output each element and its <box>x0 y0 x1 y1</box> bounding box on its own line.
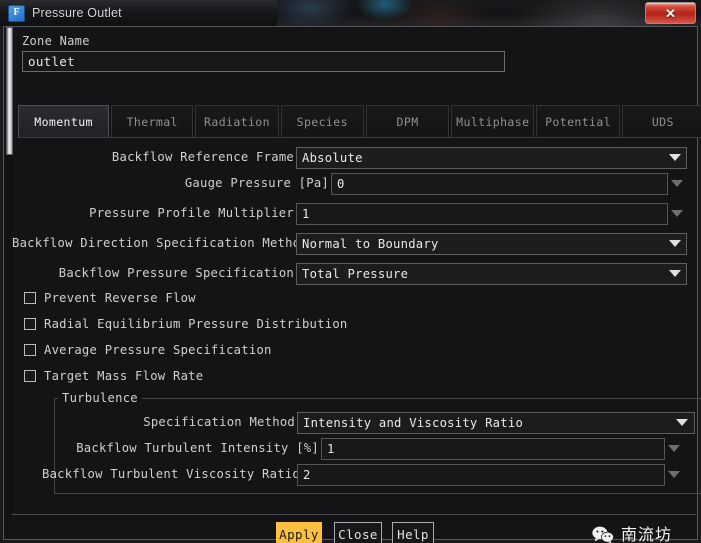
backflow-pressure-spec-label: Backflow Pressure Specification <box>58 266 294 280</box>
tab-label: Thermal <box>126 114 178 129</box>
backflow-turbulent-intensity-input[interactable]: 1 <box>321 438 665 460</box>
tab-species[interactable]: Species <box>280 105 364 138</box>
checkbox-label: Radial Equilibrium Pressure Distribution <box>44 317 348 331</box>
zone-name-input[interactable]: outlet <box>22 51 505 72</box>
zone-name-label: Zone Name <box>22 34 90 48</box>
zone-name-value: outlet <box>28 54 75 69</box>
dialog-body: Zone Name outlet Momentum Thermal Radiat… <box>3 26 701 543</box>
chevron-down-icon[interactable] <box>671 180 683 187</box>
chevron-down-icon[interactable] <box>669 270 681 277</box>
close-button[interactable]: ✕ <box>645 2 696 24</box>
chevron-down-icon[interactable] <box>671 210 683 217</box>
wechat-icon <box>592 526 614 543</box>
pressure-profile-multiplier-input[interactable]: 1 <box>296 203 668 225</box>
backflow-direction-spec-value: Normal to Boundary <box>302 237 439 251</box>
checkbox-box[interactable] <box>24 292 36 304</box>
checkbox-target-mass-flow-rate[interactable]: Target Mass Flow Rate <box>24 369 203 383</box>
tab-multiphase[interactable]: Multiphase <box>451 105 535 138</box>
backflow-direction-spec-label: Backflow Direction Specification Method <box>12 236 308 250</box>
tab-dpm[interactable]: DPM <box>365 105 450 138</box>
tab-label: Radiation <box>204 114 270 129</box>
pressure-profile-multiplier-label: Pressure Profile Multiplier <box>89 206 294 220</box>
checkbox-label: Prevent Reverse Flow <box>44 291 196 305</box>
tab-radiation[interactable]: Radiation <box>195 105 279 138</box>
help-button-label: Help <box>397 526 429 542</box>
checkbox-radial-equilibrium[interactable]: Radial Equilibrium Pressure Distribution <box>24 317 348 331</box>
tab-label: DPM <box>396 114 419 129</box>
gauge-pressure-input[interactable]: 0 <box>331 173 668 195</box>
tab-thermal[interactable]: Thermal <box>111 105 194 138</box>
tab-uds[interactable]: UDS <box>621 105 701 138</box>
checkbox-prevent-reverse-flow[interactable]: Prevent Reverse Flow <box>24 291 196 305</box>
tab-label: UDS <box>651 114 674 129</box>
help-button[interactable]: Help <box>392 522 434 543</box>
pressure-profile-multiplier-value: 1 <box>302 207 310 221</box>
backflow-turbulent-intensity-value: 1 <box>327 442 335 456</box>
gauge-pressure-label: Gauge Pressure [Pa] <box>184 176 329 190</box>
watermark: 南流坊 <box>592 525 672 543</box>
tab-label: Multiphase <box>456 114 530 129</box>
dialog-content: Zone Name outlet Momentum Thermal Radiat… <box>12 27 701 541</box>
fluent-app-icon: F <box>8 4 25 22</box>
turbulence-specification-method-value: Intensity and Viscosity Ratio <box>303 416 524 430</box>
checkbox-average-pressure-spec[interactable]: Average Pressure Specification <box>24 343 272 357</box>
backflow-reference-frame-label: Backflow Reference Frame <box>111 150 294 164</box>
apply-button-label: Apply <box>279 526 319 542</box>
chevron-down-icon[interactable] <box>668 445 680 452</box>
turbulence-specification-method-dropdown[interactable]: Intensity and Viscosity Ratio <box>297 412 695 434</box>
tab-bar: Momentum Thermal Radiation Species DPM M… <box>18 105 701 138</box>
backflow-turbulent-viscosity-ratio-value: 2 <box>303 468 311 482</box>
footer-divider <box>12 514 696 515</box>
chevron-down-icon[interactable] <box>676 419 688 426</box>
backflow-reference-frame-dropdown[interactable]: Absolute <box>296 147 687 169</box>
tab-potential[interactable]: Potential <box>536 105 620 138</box>
tab-label: Species <box>296 114 348 129</box>
close-icon: ✕ <box>665 5 676 21</box>
title-bar: F Pressure Outlet ✕ <box>0 0 701 26</box>
tab-label: Potential <box>545 114 612 129</box>
backflow-turbulent-intensity-label: Backflow Turbulent Intensity [%] <box>76 441 319 455</box>
turbulence-specification-method-label: Specification Method <box>143 415 295 429</box>
checkbox-box[interactable] <box>24 344 36 356</box>
tab-label: Momentum <box>34 114 93 129</box>
title-plate: F Pressure Outlet <box>0 0 277 26</box>
apply-button[interactable]: Apply <box>276 522 322 543</box>
gauge-pressure-value: 0 <box>337 177 345 191</box>
checkbox-box[interactable] <box>24 318 36 330</box>
watermark-text: 南流坊 <box>621 525 673 543</box>
chevron-down-icon[interactable] <box>669 154 681 161</box>
tab-momentum[interactable]: Momentum <box>18 105 110 138</box>
window-title: Pressure Outlet <box>32 6 122 20</box>
chevron-down-icon[interactable] <box>668 471 680 478</box>
backflow-pressure-spec-dropdown[interactable]: Total Pressure <box>296 263 687 285</box>
checkbox-box[interactable] <box>24 370 36 382</box>
chevron-down-icon[interactable] <box>669 240 681 247</box>
tab-underline <box>18 137 701 138</box>
close-dialog-button[interactable]: Close <box>334 522 382 543</box>
checkbox-label: Average Pressure Specification <box>44 343 272 357</box>
backflow-reference-frame-value: Absolute <box>302 151 363 165</box>
close-button-label: Close <box>338 526 378 542</box>
backflow-pressure-spec-value: Total Pressure <box>302 267 409 281</box>
backflow-turbulent-viscosity-ratio-label: Backflow Turbulent Viscosity Ratio <box>42 467 300 481</box>
backflow-direction-spec-dropdown[interactable]: Normal to Boundary <box>296 233 687 255</box>
checkbox-label: Target Mass Flow Rate <box>44 369 204 383</box>
turbulence-group-title: Turbulence <box>58 391 142 405</box>
pressure-outlet-window: F Pressure Outlet ✕ Zone Name outlet Mom… <box>0 0 701 543</box>
backflow-turbulent-viscosity-ratio-input[interactable]: 2 <box>297 464 665 486</box>
